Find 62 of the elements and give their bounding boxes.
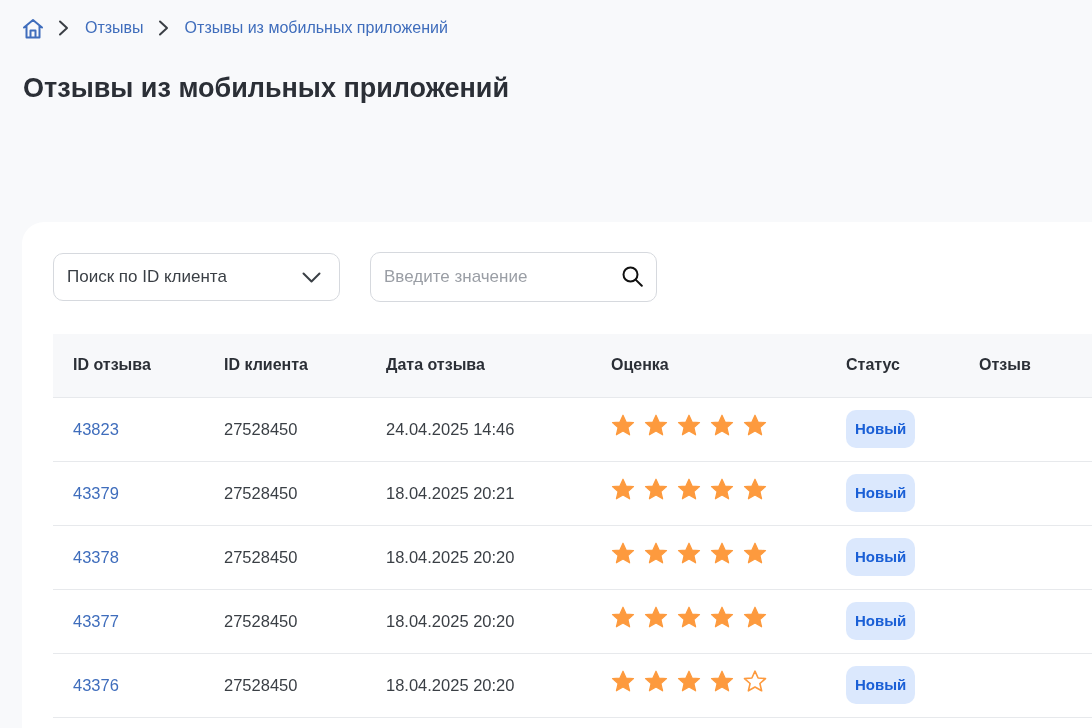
star-icon <box>611 542 635 566</box>
table-cell: 27528450 <box>204 461 366 525</box>
breadcrumb-link[interactable]: Отзывы <box>85 16 144 40</box>
review-id-link[interactable]: 43377 <box>73 611 119 630</box>
star-icon <box>710 606 734 630</box>
column-header: Статус <box>826 334 959 397</box>
table-cell: 27528450 <box>204 589 366 653</box>
column-header: ID клиента <box>204 334 366 397</box>
table-cell: 27528450 <box>204 653 366 717</box>
chevron-down-icon <box>302 271 321 283</box>
review-id-link[interactable]: 43376 <box>73 675 119 694</box>
chevron-right-icon <box>58 20 69 36</box>
status-badge: Новый <box>846 410 916 448</box>
star-icon <box>611 414 635 438</box>
review-id-link[interactable]: 43823 <box>73 419 119 438</box>
star-icon <box>710 542 734 566</box>
star-icon <box>710 670 734 694</box>
star-icon <box>743 414 767 438</box>
table-cell: 18.04.2025 20:20 <box>366 589 591 653</box>
star-icon <box>743 478 767 502</box>
review-id-link[interactable]: 43378 <box>73 547 119 566</box>
star-icon <box>644 670 668 694</box>
table-cell: 27528450 <box>204 397 366 461</box>
star-icon <box>743 542 767 566</box>
column-header: Дата отзыва <box>366 334 591 397</box>
column-header: Отзыв <box>959 334 1092 397</box>
search-icon[interactable] <box>622 266 643 287</box>
table-cell: 18.04.2025 20:21 <box>366 461 591 525</box>
home-icon <box>22 17 44 39</box>
home-link[interactable] <box>22 17 44 39</box>
review-id-link[interactable]: 43379 <box>73 483 119 502</box>
star-icon <box>611 478 635 502</box>
status-badge: Новый <box>846 602 916 640</box>
search-type-dropdown[interactable]: Поиск по ID клиента <box>53 253 340 301</box>
status-badge: Новый <box>846 538 916 576</box>
star-icon <box>710 414 734 438</box>
star-icon <box>644 414 668 438</box>
star-icon <box>677 542 701 566</box>
star-icon <box>677 478 701 502</box>
column-header: Оценка <box>591 334 826 397</box>
star-icon <box>644 542 668 566</box>
breadcrumb-link[interactable]: Отзывы из мобильных приложений <box>184 16 448 40</box>
status-badge: Новый <box>846 474 916 512</box>
star-icon <box>677 414 701 438</box>
star-icon <box>644 478 668 502</box>
table-cell: 18.04.2025 20:20 <box>366 525 591 589</box>
page-title: Отзывы из мобильных приложений <box>23 72 510 104</box>
status-badge: Новый <box>846 666 916 704</box>
table-cell: 27528450 <box>204 525 366 589</box>
table-cell: 18.04.2025 20:20 <box>366 653 591 717</box>
star-icon <box>677 670 701 694</box>
search-field[interactable]: Введите значение <box>370 252 657 302</box>
star-icon <box>743 606 767 630</box>
star-icon <box>611 606 635 630</box>
star-outline-icon <box>743 670 767 694</box>
star-icon <box>611 670 635 694</box>
star-icon <box>677 606 701 630</box>
column-header: ID отзыва <box>53 334 204 397</box>
star-icon <box>644 606 668 630</box>
star-icon <box>710 478 734 502</box>
chevron-right-icon <box>157 20 169 36</box>
table-cell: 24.04.2025 14:46 <box>366 397 591 461</box>
